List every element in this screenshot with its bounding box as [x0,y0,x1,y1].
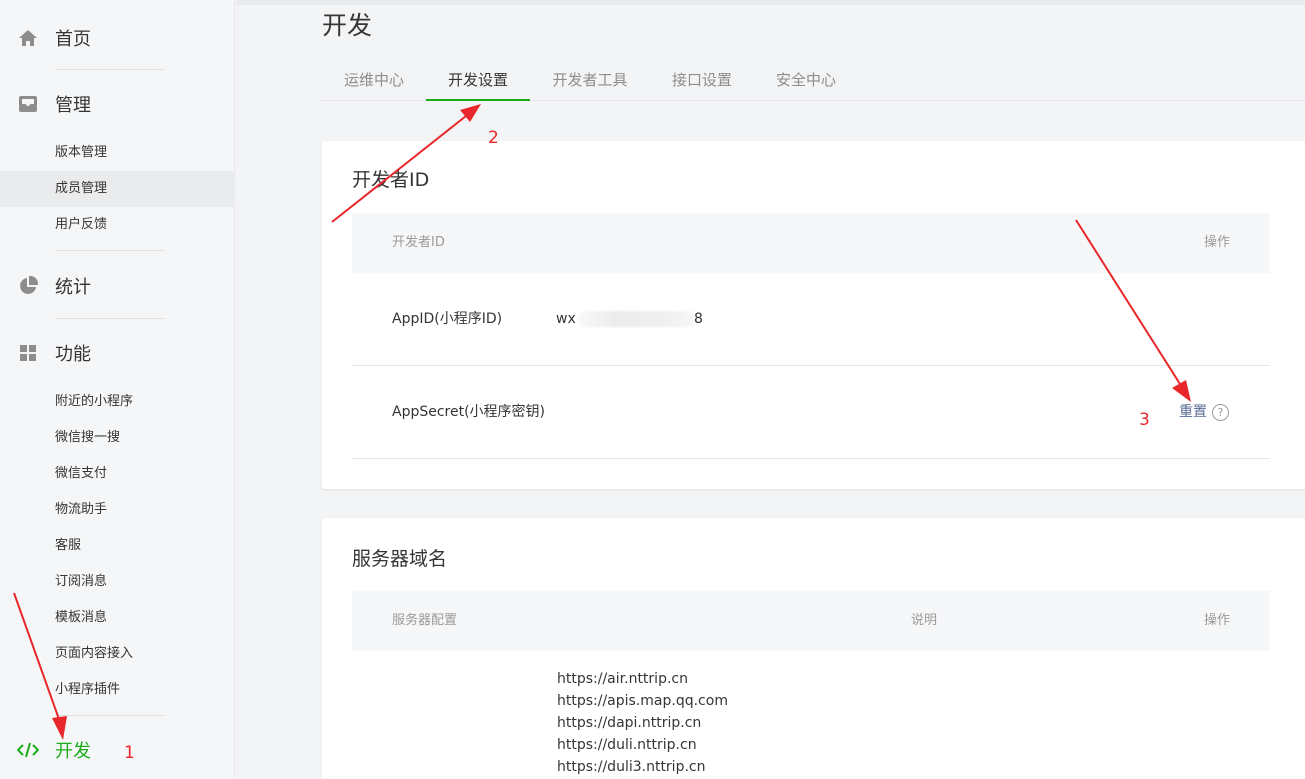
reset-secret-link[interactable]: 重置 [1179,366,1207,459]
col-developer-id: 开发者ID [392,235,445,250]
sidebar-item-search[interactable]: 微信搜一搜 [0,420,235,456]
grid-icon [16,341,40,365]
nav-stats[interactable]: 统计 [16,271,91,301]
nav-features-label: 功能 [55,344,91,365]
appid-label: AppID(小程序ID) [392,311,503,327]
server-domain-card: 服务器域名 服务器配置 说明 操作 https://air.nttrip.cn … [322,518,1305,779]
sidebar-item-template[interactable]: 模板消息 [0,600,235,636]
nav-home-label: 首页 [55,29,91,50]
annotation-label-3: 3 [1139,410,1150,430]
tab-api-settings[interactable]: 接口设置 [650,60,754,101]
sidebar-item-nearby[interactable]: 附近的小程序 [0,384,235,420]
sidebar-item-subscribe[interactable]: 订阅消息 [0,564,235,600]
pie-chart-icon [16,274,40,298]
nav-develop-label: 开发 [55,741,91,762]
tab-dev-settings[interactable]: 开发设置 [426,60,530,101]
server-domain-header: 服务器配置 说明 操作 [352,591,1270,651]
divider [55,69,165,70]
divider [55,715,165,716]
domain-item: https://apis.map.qq.com [557,693,728,709]
sidebar-item-plugin[interactable]: 小程序插件 [0,672,235,708]
sidebar-item-pay[interactable]: 微信支付 [0,456,235,492]
server-domain-title: 服务器域名 [352,548,448,570]
nav-manage-label: 管理 [55,95,91,116]
main-content: 开发 运维中心 开发设置 开发者工具 接口设置 安全中心 开发者ID 开发者ID… [236,0,1305,779]
tab-ops[interactable]: 运维中心 [322,60,426,101]
tab-dev-tools[interactable]: 开发者工具 [530,60,650,101]
appid-masked [578,311,698,327]
sidebar-item-feedback[interactable]: 用户反馈 [0,207,235,243]
nav-home[interactable]: 首页 [16,23,91,53]
appid-row: AppID(小程序ID) wx 8 [352,273,1270,366]
domain-list: https://air.nttrip.cn https://apis.map.q… [557,668,728,778]
nav-develop[interactable]: 开发 [16,735,91,765]
sidebar-item-logistics[interactable]: 物流助手 [0,492,235,528]
developer-id-header: 开发者ID 操作 [352,213,1270,273]
code-icon [16,738,40,762]
top-strip [236,0,1305,5]
sidebar-item-content[interactable]: 页面内容接入 [0,636,235,672]
sidebar-item-members[interactable]: 成员管理 [0,171,235,207]
col-server-config: 服务器配置 [392,613,458,628]
appsecret-row: AppSecret(小程序密钥) 重置 ? [352,366,1270,459]
nav-stats-label: 统计 [55,277,91,298]
appid-suffix: 8 [694,311,703,327]
domain-item: https://duli3.nttrip.cn [557,759,706,775]
nav-features[interactable]: 功能 [16,338,91,368]
help-icon[interactable]: ? [1212,404,1229,421]
tab-security[interactable]: 安全中心 [754,60,858,101]
sidebar-item-version[interactable]: 版本管理 [0,135,235,171]
divider [55,250,165,251]
col-action: 操作 [1203,613,1230,628]
divider [55,318,165,319]
tab-bar: 运维中心 开发设置 开发者工具 接口设置 安全中心 [322,60,1305,101]
annotation-label-1: 1 [124,743,135,763]
page-title: 开发 [322,11,373,40]
col-description: 说明 [911,613,938,628]
domain-item: https://air.nttrip.cn [557,671,688,687]
domain-item: https://dapi.nttrip.cn [557,715,702,731]
developer-id-card: 开发者ID 开发者ID 操作 AppID(小程序ID) wx 8 AppSecr… [322,141,1305,489]
annotation-label-2: 2 [488,128,499,148]
col-action: 操作 [1203,235,1230,250]
appid-prefix: wx [556,311,576,327]
inbox-icon [16,92,40,116]
sidebar: 首页 管理 版本管理 成员管理 用户反馈 统计 功能 附近的小程序 微信搜一搜 … [0,0,235,779]
appsecret-label: AppSecret(小程序密钥) [392,404,546,420]
domain-item: https://duli.nttrip.cn [557,737,697,753]
home-icon [16,26,40,50]
developer-id-title: 开发者ID [352,169,430,191]
nav-manage[interactable]: 管理 [16,89,91,119]
sidebar-item-service[interactable]: 客服 [0,528,235,564]
